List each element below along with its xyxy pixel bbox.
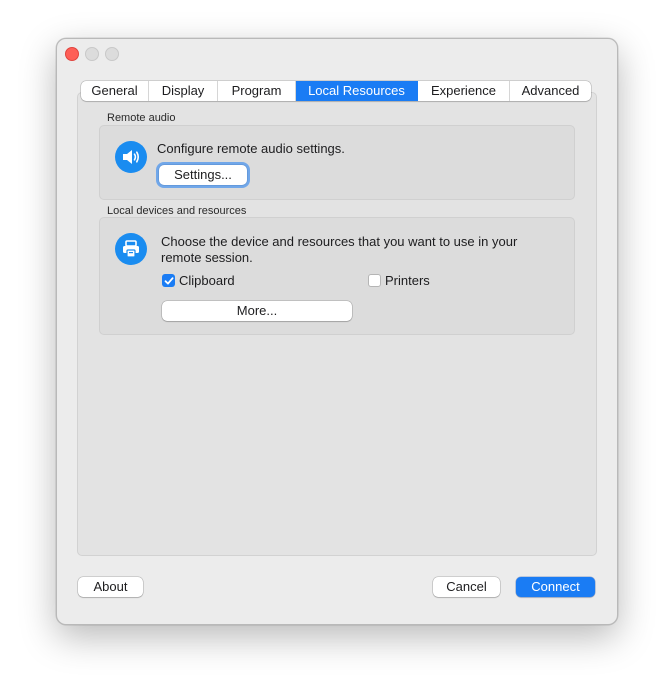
printers-checkbox[interactable] xyxy=(368,274,381,287)
local-devices-description-line1: Choose the device and resources that you… xyxy=(161,234,518,249)
cancel-button[interactable]: Cancel xyxy=(433,577,500,597)
printers-label[interactable]: Printers xyxy=(385,273,430,289)
speaker-icon xyxy=(115,141,147,173)
tab-program[interactable]: Program xyxy=(218,81,296,101)
connect-button[interactable]: Connect xyxy=(516,577,595,597)
about-button[interactable]: About xyxy=(78,577,143,597)
settings-button[interactable]: Settings... xyxy=(159,165,247,185)
tab-bar: General Display Program Local Resources … xyxy=(81,81,591,101)
dialog-window: General Display Program Local Resources … xyxy=(56,38,618,625)
maximize-window-button[interactable] xyxy=(105,47,119,61)
minimize-window-button[interactable] xyxy=(85,47,99,61)
clipboard-checkbox[interactable] xyxy=(162,274,175,287)
tab-general[interactable]: General xyxy=(81,81,149,101)
more-button[interactable]: More... xyxy=(162,301,352,321)
devices-icon xyxy=(115,233,147,265)
checkmark-icon xyxy=(164,276,173,284)
tab-experience[interactable]: Experience xyxy=(418,81,510,101)
local-devices-group-label: Local devices and resources xyxy=(107,205,247,217)
tab-advanced[interactable]: Advanced xyxy=(510,81,591,101)
tab-local-resources[interactable]: Local Resources xyxy=(296,81,418,101)
local-devices-description-line2: remote session. xyxy=(161,250,253,265)
remote-audio-group xyxy=(99,125,575,200)
close-window-button[interactable] xyxy=(65,47,79,61)
remote-audio-description: Configure remote audio settings. xyxy=(157,141,345,156)
clipboard-label[interactable]: Clipboard xyxy=(179,273,235,289)
remote-audio-group-label: Remote audio xyxy=(107,112,176,124)
tab-display[interactable]: Display xyxy=(149,81,218,101)
